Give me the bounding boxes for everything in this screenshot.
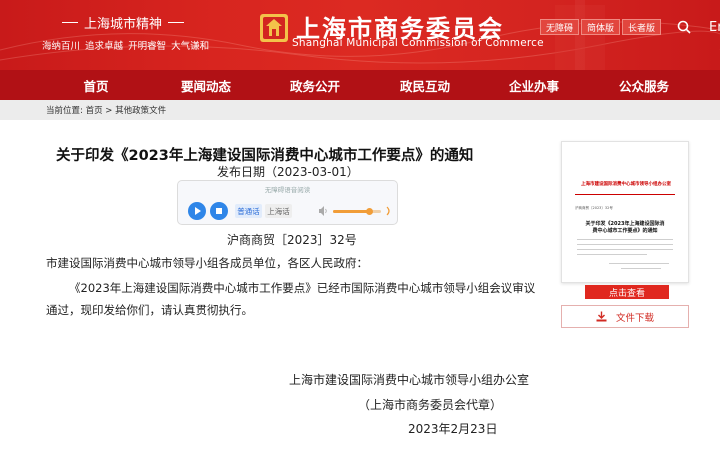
voice-shanghainese-button[interactable]: 上海话	[265, 204, 292, 218]
spirit-item: 开明睿智	[128, 41, 167, 52]
stop-button[interactable]	[210, 202, 228, 220]
breadcrumb: 当前位置: 首页 > 其他政策文件	[46, 104, 166, 116]
city-spirit: 上海城市精神 海纳百川 追求卓越 开明睿智 大气谦和	[42, 13, 209, 52]
document-number: 沪商商贸［2023］32号	[227, 233, 357, 247]
spirit-title: 上海城市精神	[83, 17, 162, 32]
article-body: 《2023年上海建设国际消费中心城市工作要点》已经市国际消费中心城市领导小组会议…	[46, 281, 536, 317]
elderly-version-button[interactable]: 长者版	[622, 19, 662, 35]
english-language-button[interactable]: En	[709, 20, 720, 35]
thumbnail-text-line	[577, 254, 647, 255]
divider	[168, 22, 184, 23]
document-preview-card[interactable]: 上海市建设国际消费中心城市领导小组办公室 沪商商贸〔2023〕32号 关于印发《…	[561, 141, 689, 283]
thumbnail-text-line	[577, 239, 673, 240]
thumbnail-text-line	[609, 263, 669, 264]
download-label: 文件下载	[615, 312, 654, 324]
view-document-button[interactable]: 点击查看	[585, 285, 669, 299]
breadcrumb-current-link[interactable]: 其他政策文件	[115, 106, 166, 116]
thumbnail-rule	[575, 194, 675, 195]
site-subtitle: Shanghai Municipal Commission of Commerc…	[292, 37, 544, 49]
thumbnail-doc-number: 沪商商贸〔2023〕32号	[575, 206, 613, 210]
commission-emblem-icon	[260, 14, 288, 42]
voice-mandarin-button[interactable]: 普通话	[235, 204, 262, 218]
volume-slider[interactable]	[333, 208, 381, 215]
nav-item-news[interactable]: 要闻动态	[176, 70, 236, 100]
search-icon[interactable]	[677, 20, 691, 34]
header-tools: 无障碍 简体版 长者版 En	[540, 19, 720, 35]
thumbnail-text-line	[621, 268, 661, 269]
breadcrumb-prefix: 当前位置:	[46, 106, 83, 116]
audio-player: 无障碍语音阅读 普通话 上海话	[177, 180, 398, 225]
signature-org: 上海市建设国际消费中心城市领导小组办公室	[289, 373, 530, 387]
play-button[interactable]	[188, 202, 206, 220]
breadcrumb-home-link[interactable]: 首页	[86, 106, 103, 116]
nav-items-row: 首页 要闻动态 政务公开 政民互动 企业办事 公众服务	[0, 70, 720, 100]
addressee: 市建设国际消费中心城市领导小组各成员单位，各区人民政府：	[46, 256, 368, 270]
nav-item-public-interaction[interactable]: 政民互动	[395, 70, 455, 100]
volume-max-icon	[386, 206, 390, 216]
volume-fill	[333, 210, 369, 213]
nav-item-public-services[interactable]: 公众服务	[614, 70, 674, 100]
thumbnail-text-line	[577, 249, 673, 250]
article-title: 关于印发《2023年上海建设国际消费中心城市工作要点》的通知	[56, 148, 474, 164]
simplified-version-button[interactable]: 简体版	[581, 19, 621, 35]
signature-date: 2023年2月23日	[408, 422, 498, 436]
volume-icon[interactable]	[318, 205, 328, 217]
volume-knob[interactable]	[366, 208, 373, 215]
nav-item-gov-affairs[interactable]: 政务公开	[285, 70, 345, 100]
spirit-items: 海纳百川 追求卓越 开明睿智 大气谦和	[42, 38, 209, 52]
nav-item-home[interactable]: 首页	[78, 70, 114, 100]
accessibility-button[interactable]: 无障碍	[540, 19, 580, 35]
spirit-item: 大气谦和	[171, 41, 210, 52]
divider	[61, 22, 78, 23]
spirit-item: 海纳百川	[42, 41, 81, 52]
signature-seal: （上海市商务委员会代章）	[358, 398, 503, 412]
breadcrumb-bar: 当前位置: 首页 > 其他政策文件	[0, 100, 720, 120]
thumbnail-header: 上海市建设国际消费中心城市领导小组办公室	[581, 182, 671, 187]
thumbnail-text-line	[577, 244, 673, 245]
player-brand: 无障碍语音阅读	[264, 186, 311, 194]
publish-date: 发布日期（2023-03-01）	[217, 165, 359, 179]
site-header: 上海城市精神 海纳百川 追求卓越 开明睿智 大气谦和 上海市商务委员会 Shan…	[0, 0, 720, 70]
spirit-item: 追求卓越	[85, 41, 124, 52]
file-download-button[interactable]: 文件下载	[561, 305, 689, 328]
download-icon	[596, 311, 607, 322]
document-thumbnail[interactable]: 上海市建设国际消费中心城市领导小组办公室 沪商商贸〔2023〕32号 关于印发《…	[569, 151, 681, 273]
nav-item-enterprise-services[interactable]: 企业办事	[504, 70, 564, 100]
thumbnail-title: 关于印发《2023年上海建设国际消费中心城市工作要点》的通知	[585, 221, 665, 234]
breadcrumb-separator: >	[105, 106, 113, 116]
